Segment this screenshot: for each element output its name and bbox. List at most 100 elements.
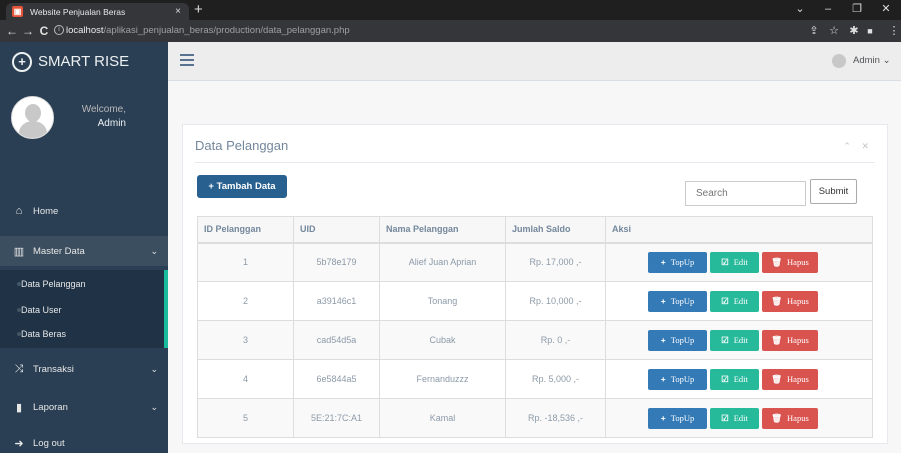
delete-button[interactable]: 🗑 Hapus: [762, 251, 818, 273]
edit-button[interactable]: ☑ Edit: [710, 368, 759, 390]
edit-icon: ☑: [721, 256, 729, 267]
table-row: 4 6e5844a5 Fernanduzzz Rp. 5,000 ,- + Top…: [197, 359, 873, 399]
cell-uid: 6e5844a5: [293, 359, 380, 399]
sidebar-item-laporan[interactable]: ▮ Laporan ⌄: [0, 392, 168, 422]
forward-icon[interactable]: →: [20, 23, 36, 39]
sidebar-item-logout[interactable]: ➜ Log out: [0, 428, 168, 453]
edit-icon: ☑: [721, 412, 729, 423]
sidebar-item-data-beras[interactable]: Data Beras: [17, 329, 66, 339]
plus-icon: +: [660, 295, 666, 306]
sidebar-item-master-data[interactable]: ▥ Master Data ⌄: [0, 236, 168, 266]
cell-id: 3: [197, 320, 294, 360]
profile-name: Admin: [97, 118, 126, 129]
edit-icon: ☑: [721, 334, 729, 345]
panel-tools-icon[interactable]: ⌃ ✕: [843, 141, 873, 152]
logout-icon: ➜: [14, 437, 24, 450]
profile-block: Welcome, Admin: [0, 87, 168, 157]
plus-icon: +: [660, 256, 666, 267]
bar-chart-icon: ▮: [15, 401, 23, 414]
sidebar-item-home[interactable]: ⌂ Home: [0, 196, 168, 226]
tab-close-icon[interactable]: ×: [171, 6, 185, 17]
address-bar: ← → C i localhost/aplikasi_penjualan_ber…: [0, 20, 901, 58]
tab-title: Website Penjualan Beras: [30, 6, 126, 17]
sidebar: + SMART RISE Welcome, Admin ⌂ Home ▥ Mas…: [0, 42, 168, 453]
menu-toggle-icon[interactable]: [180, 54, 194, 69]
sidepanel-icon[interactable]: ■: [862, 23, 878, 39]
tab-search-icon[interactable]: ⌄: [790, 1, 810, 18]
cell-id: 4: [197, 359, 294, 399]
cell-uid: 5b78e179: [293, 242, 380, 282]
table-row: 5 5E:21:7C:A1 Kamal Rp. -18,536 ,- + TopU…: [197, 398, 873, 438]
table-row: 1 5b78e179 Alief Juan Aprian Rp. 17,000 …: [197, 242, 873, 282]
cell-saldo: Rp. 17,000 ,-: [505, 242, 606, 282]
cell-uid: 5E:21:7C:A1: [293, 398, 380, 438]
edit-button[interactable]: ☑ Edit: [710, 407, 759, 429]
minimize-icon[interactable]: –: [818, 1, 838, 18]
cell-id: 2: [197, 281, 294, 321]
cell-saldo: Rp. 5,000 ,-: [505, 359, 606, 399]
column-header: Jumlah Saldo: [505, 216, 606, 244]
edit-button[interactable]: ☑ Edit: [710, 290, 759, 312]
topup-button[interactable]: + TopUp: [648, 329, 707, 351]
edit-icon: ☑: [721, 373, 729, 384]
maximize-icon[interactable]: ❐: [847, 1, 867, 18]
trash-icon: 🗑: [771, 295, 783, 306]
customer-table: ID Pelanggan UID Nama Pelanggan Jumlah S…: [197, 216, 873, 438]
brand-name: SMART RISE: [38, 53, 130, 70]
cell-saldo: Rp. -18,536 ,-: [505, 398, 606, 438]
delete-button[interactable]: 🗑 Hapus: [762, 368, 818, 390]
sidebar-item-data-pelanggan[interactable]: Data Pelanggan: [17, 279, 86, 289]
add-data-button[interactable]: + Tambah Data: [197, 175, 287, 198]
browser-tab[interactable]: ▣ Website Penjualan Beras ×: [6, 3, 189, 20]
submit-button[interactable]: Submit: [810, 179, 857, 204]
table-row: 2 a39146c1 Tonang Rp. 10,000 ,- + TopUp ☑ E…: [197, 281, 873, 321]
divider: [195, 162, 875, 163]
table-row: 3 cad54d5a Cubak Rp. 0 ,- + TopUp ☑ Edit 🗑 Ha…: [197, 320, 873, 360]
favicon-icon: ▣: [12, 6, 23, 17]
topup-button[interactable]: + TopUp: [648, 368, 707, 390]
extensions-icon[interactable]: ✱: [846, 23, 862, 39]
column-header: Nama Pelanggan: [379, 216, 506, 244]
delete-button[interactable]: 🗑 Hapus: [762, 290, 818, 312]
url-field[interactable]: localhost/aplikasi_penjualan_beras/produ…: [66, 24, 350, 38]
share-icon[interactable]: ⇪: [806, 23, 822, 39]
browser-menu-icon[interactable]: ⋮: [888, 23, 900, 39]
topup-button[interactable]: + TopUp: [648, 407, 707, 429]
reload-icon[interactable]: C: [36, 23, 52, 39]
column-header: Aksi: [605, 216, 873, 244]
delete-button[interactable]: 🗑 Hapus: [762, 407, 818, 429]
chevron-down-icon: ⌄: [150, 401, 158, 412]
cell-aksi: + TopUp ☑ Edit 🗑 Hapus: [605, 398, 873, 438]
close-window-icon[interactable]: ✕: [876, 1, 896, 18]
delete-button[interactable]: 🗑 Hapus: [762, 329, 818, 351]
page-title: Data Pelanggan: [195, 138, 289, 153]
sidebar-item-data-user[interactable]: Data User: [17, 305, 62, 315]
edit-button[interactable]: ☑ Edit: [710, 329, 759, 351]
user-avatar[interactable]: [832, 54, 846, 68]
column-header: ID Pelanggan: [197, 216, 294, 244]
sidebar-item-transaksi[interactable]: ⤨ Transaksi ⌄: [0, 354, 168, 384]
trash-icon: 🗑: [771, 256, 783, 267]
cell-id: 5: [197, 398, 294, 438]
new-tab-button[interactable]: +: [194, 1, 203, 18]
cell-nama: Alief Juan Aprian: [379, 242, 506, 282]
topup-button[interactable]: + TopUp: [648, 251, 707, 273]
bookmark-star-icon[interactable]: ☆: [826, 23, 842, 39]
topup-button[interactable]: + TopUp: [648, 290, 707, 312]
shuffle-icon: ⤨: [14, 362, 24, 375]
user-menu[interactable]: Admin ⌄: [853, 55, 891, 66]
cell-aksi: + TopUp ☑ Edit 🗑 Hapus: [605, 281, 873, 321]
search-input[interactable]: [685, 181, 806, 206]
site-info-icon[interactable]: i: [54, 25, 64, 35]
edit-button[interactable]: ☑ Edit: [710, 251, 759, 273]
cell-uid: cad54d5a: [293, 320, 380, 360]
cell-nama: Cubak: [379, 320, 506, 360]
brand[interactable]: + SMART RISE: [0, 42, 168, 81]
back-icon[interactable]: ←: [4, 23, 20, 39]
cell-id: 1: [197, 242, 294, 282]
data-pelanggan-panel: Data Pelanggan ⌃ ✕ + Tambah Data Submit …: [182, 124, 888, 444]
table-header-row: ID Pelanggan UID Nama Pelanggan Jumlah S…: [197, 216, 873, 244]
trash-icon: 🗑: [771, 412, 783, 423]
cell-aksi: + TopUp ☑ Edit 🗑 Hapus: [605, 320, 873, 360]
chevron-down-icon: ⌄: [150, 245, 158, 256]
